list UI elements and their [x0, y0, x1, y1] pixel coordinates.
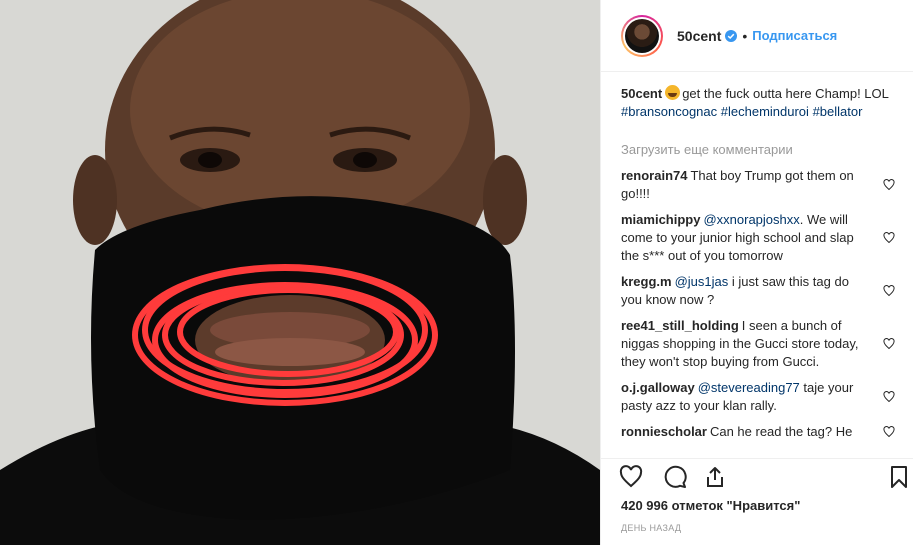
comment-username[interactable]: ronniescholar — [621, 424, 707, 439]
comment-username[interactable]: kregg.m — [621, 274, 672, 289]
heart-icon[interactable] — [883, 232, 895, 244]
load-more-comments[interactable]: Загрузить еще комментарии — [621, 141, 901, 159]
comment-mention[interactable]: @stevereading77 — [698, 380, 800, 395]
comment-mention[interactable]: @jus1jas — [675, 274, 729, 289]
comment-username[interactable]: o.j.galloway — [621, 380, 695, 395]
verified-badge-icon — [725, 29, 738, 42]
caption-text: get the fuck outta here Champ! LOL — [682, 86, 889, 101]
comment-username[interactable]: ree41_still_holding — [621, 318, 739, 333]
comment-mention[interactable]: @xxnorapjoshxx — [703, 212, 799, 227]
heart-icon[interactable] — [883, 285, 895, 297]
comment-item: renorain74 That boy Trump got them on go!… — [621, 167, 901, 203]
comment-username[interactable]: renorain74 — [621, 168, 687, 183]
author-username[interactable]: 50cent — [677, 28, 721, 44]
share-icon[interactable] — [703, 465, 727, 489]
heart-icon[interactable] — [883, 426, 895, 438]
post-timestamp[interactable]: ДЕНЬ НАЗАД — [621, 523, 681, 533]
comment-item: ronniescholar Can he read the tag? He — [621, 423, 901, 441]
follow-button[interactable]: Подписаться — [752, 28, 837, 43]
heart-icon[interactable] — [883, 338, 895, 350]
comment-username[interactable]: miamichippy — [621, 212, 700, 227]
post-photo[interactable] — [0, 0, 600, 545]
caption: 50cent get the fuck outta here Champ! LOL… — [621, 85, 901, 121]
post-image — [0, 0, 600, 545]
comments-list[interactable]: 50cent get the fuck outta here Champ! LOL… — [621, 85, 901, 455]
hashtag[interactable]: #bellator — [813, 104, 863, 119]
comment-item: kregg.m @jus1jas i just saw this tag do y… — [621, 273, 901, 309]
heart-icon[interactable] — [619, 465, 643, 489]
heart-icon[interactable] — [883, 391, 895, 403]
post-panel: 50cent • Подписаться 50cent get the fuck … — [600, 0, 913, 545]
comment-item: o.j.galloway @stevereading77 taje your pa… — [621, 379, 901, 415]
comment-item: ree41_still_holding I seen a bunch of nig… — [621, 317, 901, 371]
hashtag[interactable]: #bransoncognac — [621, 104, 717, 119]
post-header: 50cent • Подписаться — [601, 0, 913, 72]
likes-count[interactable]: 420 996 отметок "Нравится" — [621, 498, 800, 513]
grinning-emoji-icon — [665, 85, 681, 100]
avatar[interactable] — [621, 14, 663, 57]
action-bar — [601, 458, 913, 498]
separator-dot: • — [742, 27, 748, 44]
comment-text: Can he read the tag? He — [709, 424, 853, 439]
bookmark-icon[interactable] — [887, 465, 911, 489]
comment-icon[interactable] — [663, 465, 687, 489]
comment-item: miamichippy @xxnorapjoshxx. We will come … — [621, 211, 901, 265]
hashtag[interactable]: #lecheminduroi — [721, 104, 809, 119]
caption-username[interactable]: 50cent — [621, 86, 662, 101]
heart-icon[interactable] — [883, 179, 895, 191]
